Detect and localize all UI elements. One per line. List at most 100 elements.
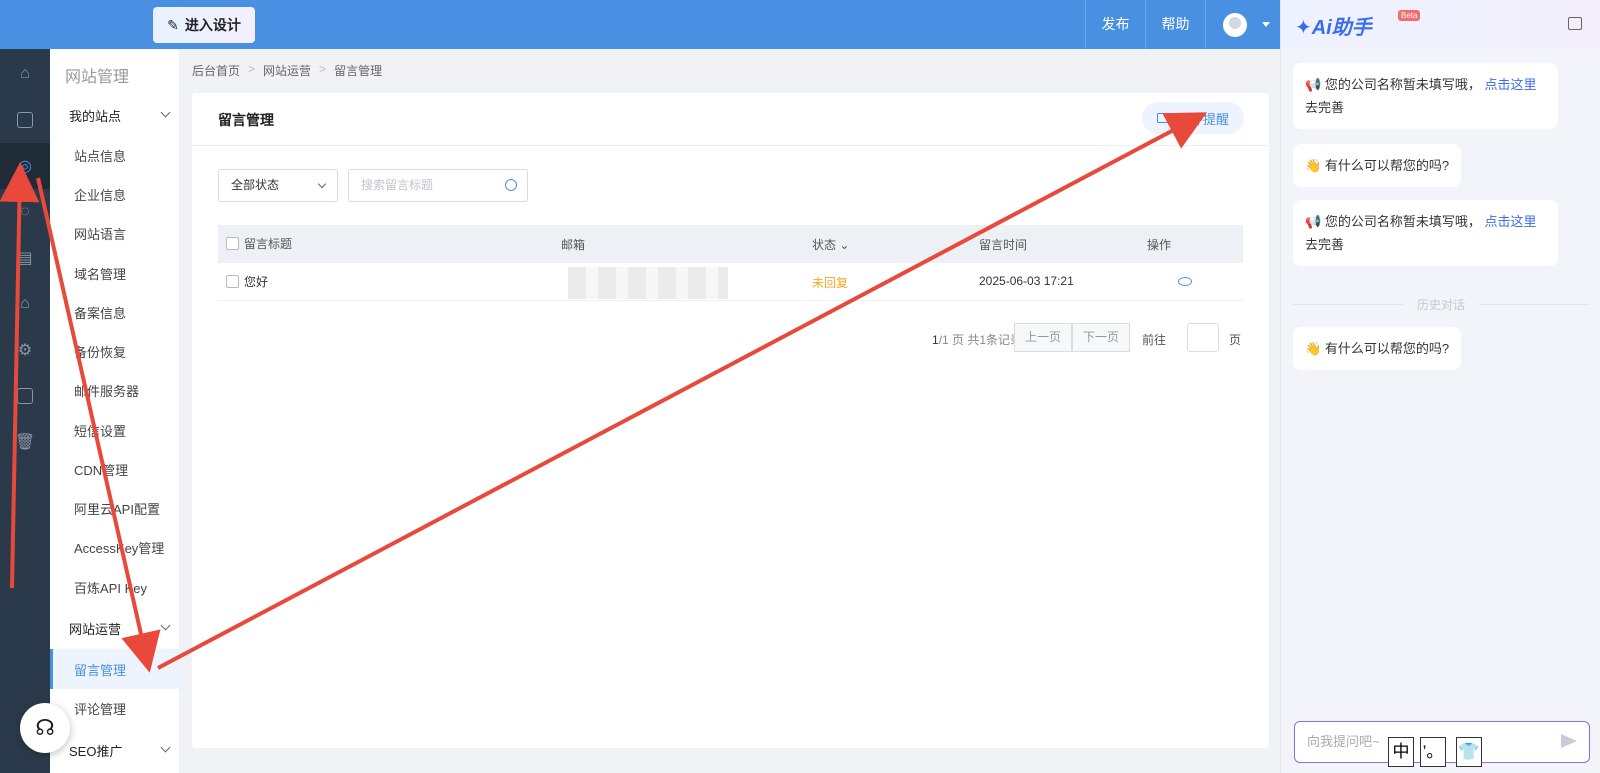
sidebar-item-site-info[interactable]: 站点信息 [74, 146, 126, 165]
chat-icon[interactable]: ◌ [0, 189, 50, 235]
group-operation-label: 网站运营 [69, 622, 122, 637]
site-management-sidebar: 网站管理 我的站点 站点信息 企业信息 网站语言 域名管理 备案信息 备份恢复 … [50, 49, 180, 773]
sidebar-title: 网站管理 [65, 69, 130, 86]
main-card: 留言管理 邮件提醒 全部状态 搜索留言标题 留言标题 邮箱 状态 ⌄ 留言时间 … [192, 93, 1269, 748]
ai-logo: ✦Ai助手 [1295, 17, 1372, 39]
store-icon[interactable] [1568, 17, 1582, 30]
sidebar-item-domain[interactable]: 域名管理 [74, 264, 126, 283]
send-icon[interactable] [1561, 734, 1577, 748]
website-icon[interactable]: ◎ [0, 143, 50, 189]
gear-icon[interactable]: ⚙ [0, 327, 50, 373]
ai-message: 👋 有什么可以帮您的吗? [1293, 327, 1462, 370]
group-seo[interactable]: SEO推广 [69, 741, 171, 760]
group-seo-label: SEO推广 [69, 744, 123, 759]
ai-logo-text: Ai助手 [1311, 17, 1372, 39]
chevron-down-icon [160, 620, 171, 631]
breadcrumb-current: 留言管理 [334, 64, 383, 78]
pages-icon[interactable] [0, 97, 50, 143]
prev-page-button[interactable]: 上一页 [1014, 323, 1072, 352]
terminal-icon[interactable] [0, 373, 50, 419]
breadcrumb-home[interactable]: 后台首页 [192, 62, 240, 79]
ai-message: 👋 有什么可以帮您的吗? [1293, 144, 1462, 187]
breadcrumb: 后台首页 > 网站运营 > 留言管理 [192, 62, 382, 79]
sidebar-item-comments[interactable]: 评论管理 [74, 699, 126, 718]
sidebar-item-aliyun-api[interactable]: 阿里云API配置 [74, 499, 160, 518]
row-time: 2025-06-03 17:21 [979, 274, 1074, 288]
megaphone-icon: 📢 [1305, 214, 1322, 229]
page-title: 留言管理 [218, 112, 274, 128]
search-placeholder: 搜索留言标题 [361, 178, 434, 192]
ai-message-link[interactable]: 点击这里 [1484, 214, 1536, 229]
pagination-info: 1/1 页 共1条记录 [932, 331, 1022, 348]
ime-punctuation-toggle[interactable]: ’。 [1420, 737, 1446, 767]
ai-message-tail: 去完善 [1305, 100, 1345, 115]
header-action: 操作 [1147, 238, 1172, 252]
chevron-down-icon[interactable] [1262, 22, 1270, 27]
sidebar-item-mail-server[interactable]: 邮件服务器 [74, 381, 139, 400]
beta-badge: Beta [1398, 10, 1421, 21]
sidebar-item-icp[interactable]: 备案信息 [74, 303, 126, 322]
status-filter-value: 全部状态 [231, 178, 280, 192]
header-time: 留言时间 [979, 238, 1028, 252]
group-operation[interactable]: 网站运营 [69, 619, 171, 638]
ai-message-tail: 去完善 [1305, 237, 1345, 252]
row-title: 您好 [244, 275, 269, 289]
document-icon[interactable]: ▤ [0, 235, 50, 281]
table-header: 留言标题 邮箱 状态 ⌄ 留言时间 操作 [218, 225, 1243, 263]
ai-message-text: 您的公司名称暂未填写哦， [1324, 77, 1481, 92]
sidebar-item-accesskey[interactable]: AccessKey管理 [74, 538, 164, 557]
goto-page-input[interactable] [1187, 323, 1219, 352]
history-divider: 历史对话 [1293, 296, 1589, 312]
search-input[interactable]: 搜索留言标题 [348, 169, 528, 202]
pagination-total: /1 页 共1条记录 [938, 333, 1023, 347]
megaphone-icon: 📢 [1305, 77, 1322, 92]
ai-message-link[interactable]: 点击这里 [1484, 77, 1536, 92]
avatar[interactable] [1223, 13, 1247, 37]
divider [192, 145, 1269, 146]
header-email: 邮箱 [561, 238, 586, 252]
enter-design-button[interactable]: ✎ 进入设计 [153, 7, 255, 43]
ai-input-placeholder: 向我提问吧~ [1307, 734, 1380, 749]
row-status: 未回复 [812, 276, 849, 290]
select-all-checkbox[interactable] [226, 237, 239, 250]
next-page-button[interactable]: 下一页 [1072, 323, 1130, 352]
ime-skin-icon[interactable]: 👕 [1456, 737, 1482, 767]
sidebar-item-sms[interactable]: 短信设置 [74, 421, 126, 440]
chevron-down-icon: ⌄ [839, 238, 850, 252]
help-link[interactable]: 帮助 [1145, 0, 1205, 49]
row-title-cell: 您好 [226, 273, 268, 290]
breadcrumb-separator: > [248, 62, 256, 76]
header-title-col: 留言标题 [226, 235, 292, 252]
trash-icon[interactable]: 🗑 [0, 419, 50, 465]
publish-link[interactable]: 发布 [1085, 0, 1145, 49]
sidebar-item-bailian-key[interactable]: 百炼API Key [74, 578, 147, 597]
ai-assistant-panel: ✦Ai助手 Beta 📢 您的公司名称暂未填写哦， 点击这里 去完善 👋 有什么… [1280, 0, 1600, 773]
row-checkbox[interactable] [226, 275, 239, 288]
sidebar-item-backup[interactable]: 备份恢复 [74, 342, 126, 361]
chevron-down-icon [160, 742, 171, 753]
sidebar-item-messages[interactable]: 留言管理 [74, 660, 126, 679]
status-filter-select[interactable]: 全部状态 [218, 169, 338, 202]
header-status[interactable]: 状态 ⌄ [812, 236, 849, 253]
mail-reminder-button[interactable]: 邮件提醒 [1142, 102, 1244, 134]
sidebar-item-cdn[interactable]: CDN管理 [74, 460, 128, 479]
home-icon[interactable]: ⌂ [0, 51, 50, 97]
ime-chinese-toggle[interactable]: 中 [1388, 737, 1414, 767]
sidebar-item-language[interactable]: 网站语言 [74, 224, 126, 243]
eye-icon[interactable] [1178, 277, 1192, 286]
enter-design-label: 进入设计 [184, 17, 241, 33]
ai-message-text: 有什么可以帮您的吗? [1324, 158, 1450, 173]
headset-icon[interactable]: ☊ [20, 703, 70, 753]
edit-icon: ✎ [167, 16, 179, 33]
ai-message: 📢 您的公司名称暂未填写哦， 点击这里 去完善 [1293, 63, 1558, 129]
group-my-site[interactable]: 我的站点 [69, 106, 171, 125]
shop-icon[interactable]: ⌂ [0, 281, 50, 327]
email-redacted [568, 267, 728, 299]
search-icon[interactable] [505, 179, 517, 191]
breadcrumb-operation[interactable]: 网站运营 [263, 62, 311, 79]
sidebar-item-company-info[interactable]: 企业信息 [74, 185, 126, 204]
ai-message: 📢 您的公司名称暂未填写哦， 点击这里 去完善 [1293, 200, 1558, 266]
chevron-down-icon [317, 179, 327, 189]
ai-header: ✦Ai助手 Beta [1281, 0, 1600, 49]
wave-icon: 👋 [1305, 341, 1322, 356]
